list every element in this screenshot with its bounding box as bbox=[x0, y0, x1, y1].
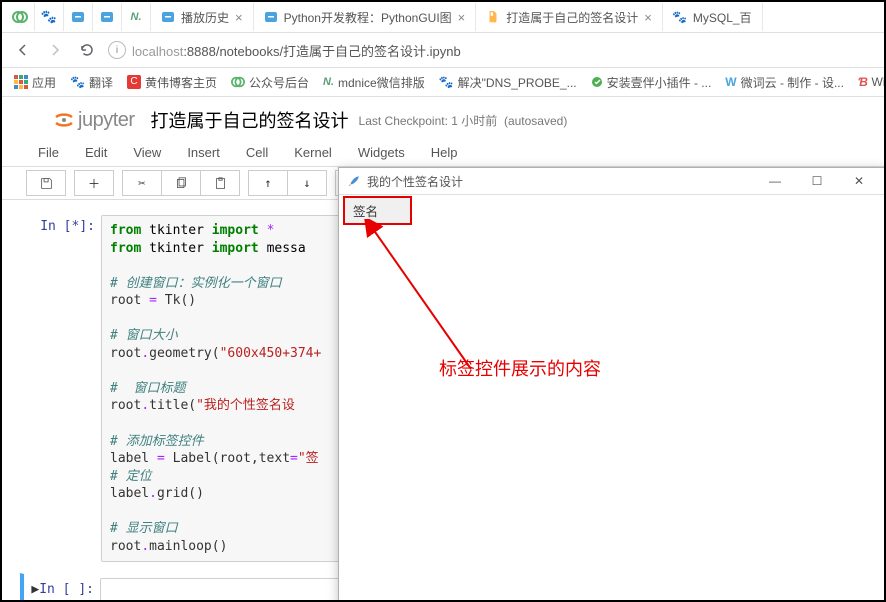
close-icon[interactable]: × bbox=[458, 10, 466, 25]
pinned-tab-2[interactable] bbox=[93, 3, 122, 31]
tab-signature[interactable]: 打造属于自己的签名设计 × bbox=[476, 3, 663, 31]
cut-button[interactable]: ✂ bbox=[122, 170, 161, 196]
checkpoint-text: Last Checkpoint: 1 小时前 (autosaved) bbox=[359, 112, 568, 129]
url-box[interactable]: i localhost:8888/notebooks/打造属于自己的签名设计.i… bbox=[108, 41, 874, 60]
jupyter-header: jupyter 打造属于自己的签名设计 Last Checkpoint: 1 小… bbox=[2, 97, 884, 139]
tab-label: 播放历史 bbox=[181, 9, 229, 26]
bookmark-wins[interactable]: ƁWins bbox=[858, 75, 886, 89]
paste-button[interactable] bbox=[200, 170, 240, 196]
tab-label: MySQL_百 bbox=[693, 9, 752, 26]
close-icon[interactable]: × bbox=[235, 10, 243, 25]
menu-widgets[interactable]: Widgets bbox=[358, 145, 405, 160]
tab-label: 打造属于自己的签名设计 bbox=[506, 9, 638, 26]
bookmark-translate[interactable]: 🐾翻译 bbox=[70, 74, 113, 91]
browser-tabstrip: 🐾 N. 播放历史 × Python开发教程：PythonGUI图 × 打造属于… bbox=[2, 2, 884, 33]
bookmark-plugin[interactable]: 安装壹伴小插件 - ... bbox=[591, 74, 712, 91]
tab-mysql[interactable]: 🐾 MySQL_百 bbox=[663, 3, 763, 31]
back-button[interactable] bbox=[12, 39, 34, 61]
close-button[interactable]: ✕ bbox=[841, 174, 877, 188]
bookmark-wechat[interactable]: 公众号后台 bbox=[231, 74, 309, 91]
reload-button[interactable] bbox=[76, 39, 98, 61]
menu-file[interactable]: File bbox=[38, 145, 59, 160]
maximize-button[interactable]: ☐ bbox=[799, 174, 835, 188]
tk-label: 签名 bbox=[343, 196, 412, 225]
copy-button[interactable] bbox=[161, 170, 200, 196]
bookmark-dns[interactable]: 🐾解决"DNS_PROBE_... bbox=[439, 74, 577, 91]
tab-label: Python开发教程：PythonGUI图 bbox=[284, 9, 452, 26]
menubar: File Edit View Insert Cell Kernel Widget… bbox=[2, 139, 884, 167]
pinned-tab-0[interactable]: 🐾 bbox=[35, 3, 64, 31]
close-icon[interactable]: × bbox=[644, 10, 652, 25]
pinned-tab-3[interactable]: N. bbox=[122, 3, 151, 31]
tabstrip-icon[interactable] bbox=[6, 3, 35, 31]
tk-body: 签名 标签控件展示的内容 bbox=[339, 195, 885, 602]
tk-titlebar[interactable]: 我的个性签名设计 — ☐ ✕ bbox=[339, 168, 885, 195]
bookmark-weiciyun[interactable]: W微词云 - 制作 - 设... bbox=[725, 74, 844, 91]
jupyter-logo[interactable]: jupyter bbox=[52, 108, 135, 132]
menu-help[interactable]: Help bbox=[431, 145, 458, 160]
move-down-button[interactable]: ↓ bbox=[287, 170, 327, 196]
feather-icon bbox=[347, 174, 361, 188]
bookmarks-bar: 应用 🐾翻译 C黄伟博客主页 公众号后台 N.mdnice微信排版 🐾解决"DN… bbox=[2, 68, 884, 97]
menu-edit[interactable]: Edit bbox=[85, 145, 107, 160]
bookmark-mdnice[interactable]: N.mdnice微信排版 bbox=[323, 74, 425, 91]
save-button[interactable] bbox=[26, 170, 66, 196]
cell-prompt: ▶In [ ]: bbox=[28, 578, 100, 602]
cell-prompt: In [*]: bbox=[25, 215, 101, 562]
tk-window: 我的个性签名设计 — ☐ ✕ 签名 标签控件展示的内容 bbox=[338, 167, 886, 602]
menu-view[interactable]: View bbox=[133, 145, 161, 160]
bookmark-huangwei[interactable]: C黄伟博客主页 bbox=[127, 74, 217, 91]
tk-title: 我的个性签名设计 bbox=[367, 173, 463, 190]
tab-python[interactable]: Python开发教程：PythonGUI图 × bbox=[254, 3, 477, 31]
bookmark-apps[interactable]: 应用 bbox=[14, 74, 56, 91]
move-up-button[interactable]: ↑ bbox=[248, 170, 287, 196]
notebook-title[interactable]: 打造属于自己的签名设计 bbox=[151, 107, 349, 133]
menu-cell[interactable]: Cell bbox=[246, 145, 268, 160]
menu-insert[interactable]: Insert bbox=[187, 145, 220, 160]
info-icon[interactable]: i bbox=[108, 41, 126, 59]
pinned-tab-1[interactable] bbox=[64, 3, 93, 31]
add-cell-button[interactable]: ＋ bbox=[74, 170, 114, 196]
minimize-button[interactable]: — bbox=[757, 174, 793, 188]
tab-history[interactable]: 播放历史 × bbox=[151, 3, 254, 31]
annotation-text: 标签控件展示的内容 bbox=[439, 355, 601, 381]
menu-kernel[interactable]: Kernel bbox=[294, 145, 332, 160]
forward-button[interactable] bbox=[44, 39, 66, 61]
address-bar: i localhost:8888/notebooks/打造属于自己的签名设计.i… bbox=[2, 33, 884, 68]
